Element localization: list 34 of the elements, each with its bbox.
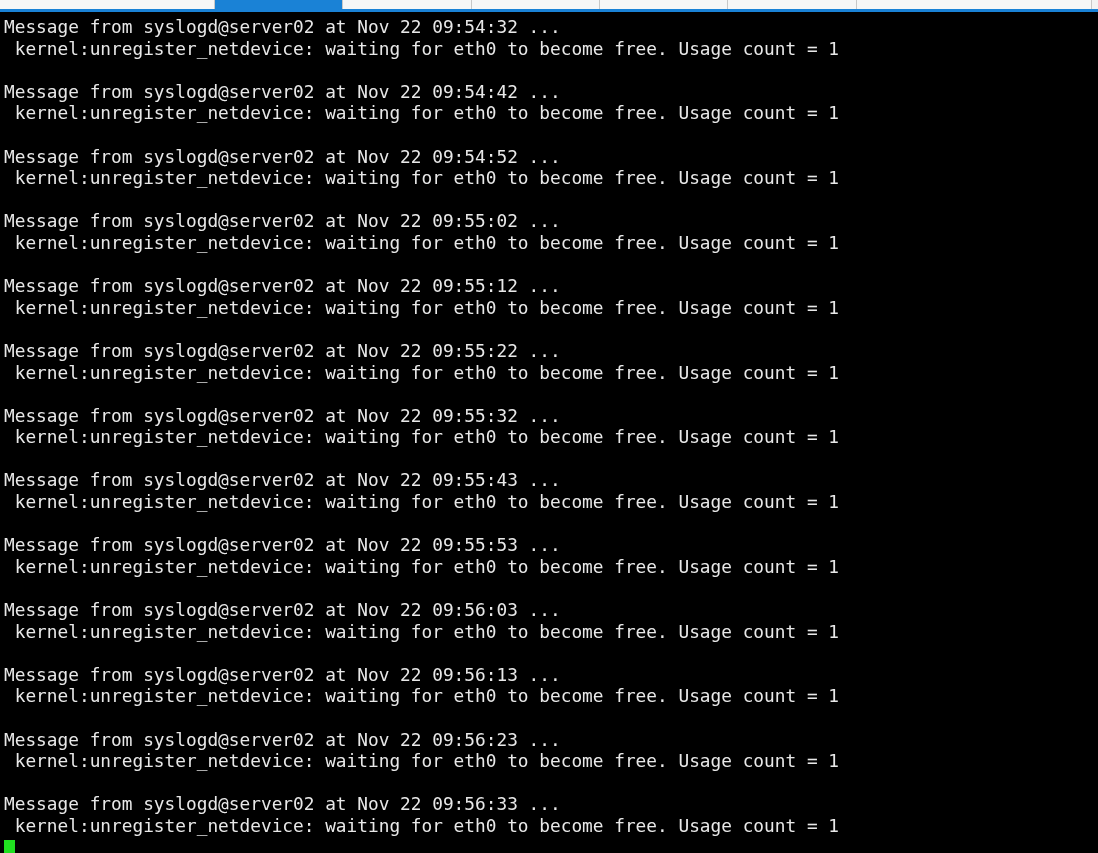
session-tab[interactable] (0, 0, 215, 9)
terminal-line: kernel:unregister_netdevice: waiting for eth0 to become free. Usage count = 1 (13, 814, 839, 837)
terminal-line: kernel:unregister_netdevice: waiting for eth0 to become free. Usage count = 1 (13, 685, 839, 707)
terminal-line: kernel:unregister_netdevice: waiting for eth0 to become free. Usage count = 1 (13, 426, 839, 448)
terminal-line: Message from syslogd@server02 at Nov 22 09:55:53 ... (4, 534, 561, 556)
terminal-line: Message from syslogd@server02 at Nov 22 09:54:32 ... (4, 16, 561, 38)
terminal-cursor (4, 840, 15, 853)
terminal-line: Message from syslogd@server02 at Nov 22 09:56:13 ... (4, 663, 561, 686)
terminal-line: Message from syslogd@server02 at Nov 22 09:54:52 ... (4, 145, 561, 168)
terminal-line: Message from syslogd@server02 at Nov 22 09:56:23 ... (4, 728, 561, 751)
terminal-line: Message from syslogd@server02 at Nov 22 09:55:02 ... (4, 210, 561, 232)
terminal-line: kernel:unregister_netdevice: waiting for eth0 to become free. Usage count = 1 (13, 620, 839, 643)
terminal-line: kernel:unregister_netdevice: waiting for eth0 to become free. Usage count = 1 (13, 491, 839, 513)
session-tab[interactable] (728, 0, 857, 9)
terminal-line: Message from syslogd@server02 at Nov 22 09:55:12 ... (4, 275, 561, 297)
terminal-line: Message from syslogd@server02 at Nov 22 09:56:33 ... (4, 793, 561, 815)
terminal-line: Message from syslogd@server02 at Nov 22 09:56:03 ... (4, 599, 561, 621)
terminal-line: kernel:unregister_netdevice: waiting for eth0 to become free. Usage count = 1 (13, 167, 839, 189)
terminal-line: kernel:unregister_netdevice: waiting for eth0 to become free. Usage count = 1 (13, 102, 839, 124)
terminal-line: kernel:unregister_netdevice: waiting for eth0 to become free. Usage count = 1 (13, 555, 839, 578)
session-tab[interactable] (857, 0, 1092, 9)
terminal-line: kernel:unregister_netdevice: waiting for eth0 to become free. Usage count = 1 (13, 231, 839, 254)
terminal-line: Message from syslogd@server02 at Nov 22 09:55:32 ... (4, 404, 561, 427)
session-tab[interactable] (343, 0, 472, 9)
terminal-line: kernel:unregister_netdevice: waiting for eth0 to become free. Usage count = 1 (13, 750, 839, 772)
terminal-line: Message from syslogd@server02 at Nov 22 09:55:43 ... (4, 469, 561, 492)
terminal-line: kernel:unregister_netdevice: waiting for eth0 to become free. Usage count = 1 (13, 37, 839, 60)
terminal-line: Message from syslogd@server02 at Nov 22 09:54:42 ... (4, 80, 561, 103)
terminal-line: kernel:unregister_netdevice: waiting for eth0 to become free. Usage count = 1 (13, 296, 839, 319)
session-tab[interactable] (472, 0, 600, 9)
terminal-line: Message from syslogd@server02 at Nov 22 09:55:22 ... (4, 339, 561, 362)
terminal-line: kernel:unregister_netdevice: waiting for eth0 to become free. Usage count = 1 (13, 361, 839, 384)
session-tab[interactable] (600, 0, 728, 9)
session-tab[interactable] (215, 0, 343, 9)
